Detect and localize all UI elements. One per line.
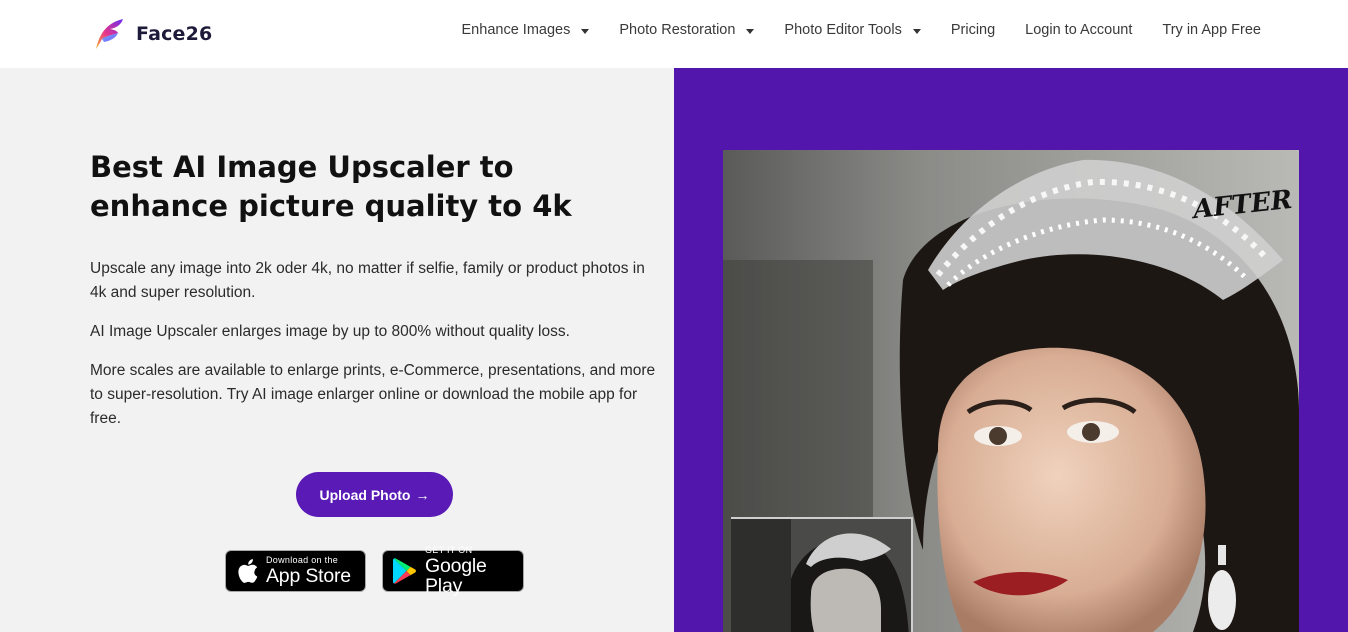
caret-down-icon (912, 28, 921, 34)
after-photo: AFTER (723, 150, 1299, 632)
badge-small-text: Download on the (266, 554, 339, 565)
page-title: Best AI Image Upscaler to enhance pictur… (90, 150, 572, 223)
upload-photo-button[interactable]: Upload Photo → (296, 472, 453, 517)
site-header: Face26 Enhance Images Photo Restoration … (0, 0, 1348, 68)
face26-logo-icon (96, 19, 123, 49)
nav-label: Photo Editor Tools (784, 22, 902, 38)
hero-paragraph: More scales are available to enlarge pri… (90, 362, 656, 427)
arrow-right-icon: → (415, 486, 430, 503)
hero-paragraph: AI Image Upscaler enlarges image by up t… (90, 323, 570, 340)
badge-big-text: App Store (266, 564, 351, 587)
nav-pricing[interactable]: Pricing (951, 22, 995, 38)
app-store-text: Download on the App Store (266, 554, 351, 587)
nav-label: Pricing (950, 22, 996, 38)
brand-logo[interactable]: Face26 (90, 14, 212, 54)
apple-icon (235, 557, 259, 585)
nav-login[interactable]: Login to Account (1025, 22, 1132, 38)
upload-label: Upload Photo (319, 486, 411, 503)
nav-enhance-images[interactable]: Enhance Images (462, 22, 590, 38)
caret-down-icon (581, 28, 590, 34)
nav-photo-editor-tools[interactable]: Photo Editor Tools (784, 22, 921, 38)
google-play-badge[interactable]: GET IT ON Google Play (382, 546, 524, 595)
nav-label: Enhance Images (461, 22, 571, 38)
nav-photo-restoration[interactable]: Photo Restoration (619, 22, 755, 38)
nav-label: Try in App Free (1162, 22, 1261, 38)
brand-name: Face26 (136, 23, 213, 45)
badge-big-text: Google Play (425, 555, 487, 597)
nav-label: Login to Account (1025, 22, 1133, 38)
main-nav: Enhance Images Photo Restoration Photo E… (462, 22, 1261, 38)
hero-paragraph: Upscale any image into 2k oder 4k, no ma… (90, 260, 645, 301)
google-play-text: GET IT ON Google Play (425, 546, 523, 596)
caret-down-icon (746, 28, 755, 34)
nav-try-app-free[interactable]: Try in App Free (1162, 22, 1261, 38)
google-play-icon (392, 557, 418, 585)
before-thumbnail (731, 517, 913, 632)
app-store-badge[interactable]: Download on the App Store (225, 550, 366, 592)
badge-small-text: GET IT ON (425, 545, 473, 555)
nav-label: Photo Restoration (619, 22, 736, 38)
